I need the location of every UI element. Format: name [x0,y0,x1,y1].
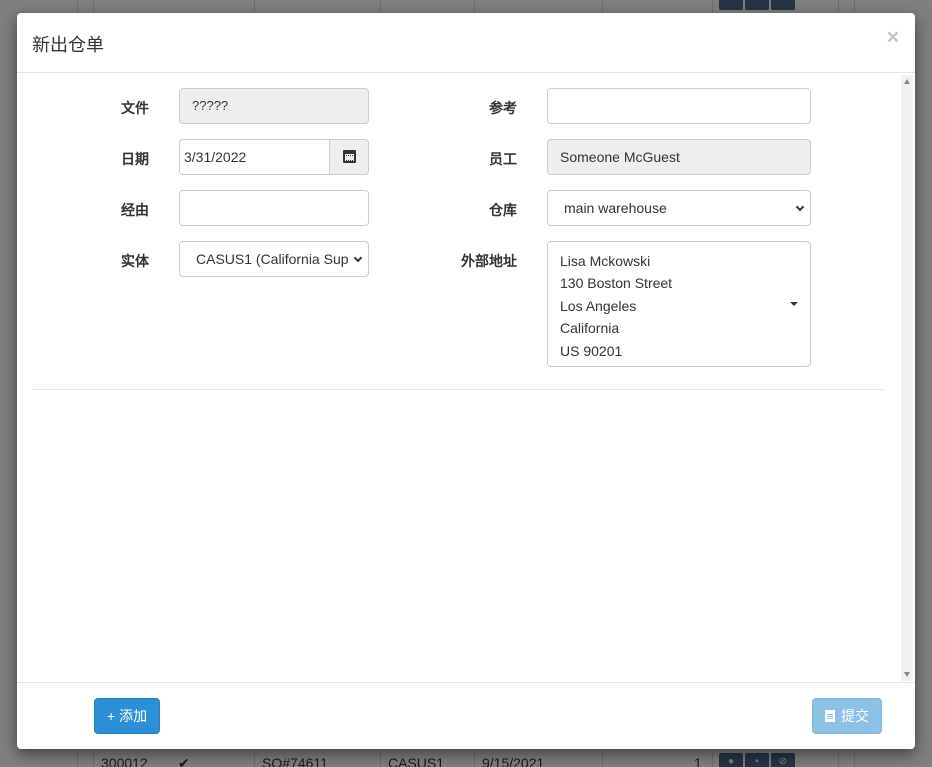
date-picker-button[interactable] [329,139,369,175]
document-field: ????? [179,88,369,124]
reference-label: 参考 [489,100,517,116]
scroll-up-arrow-icon[interactable] [904,79,910,84]
external-address-label: 外部地址 [461,253,517,269]
address-line: Los Angeles [560,297,637,314]
modal-footer: + 添加 提交 [17,682,915,749]
warehouse-select-value: main warehouse [564,200,667,216]
entity-label: 实体 [121,253,149,269]
new-outbound-modal: 新出仓单 × 文件 ????? 日期 3/31/2022 经由 实体 CASUS… [17,13,915,749]
reference-input[interactable] [547,88,811,124]
address-line: California [560,320,620,337]
employee-field: Someone McGuest [547,139,811,175]
via-input[interactable] [179,190,369,226]
submit-button[interactable]: 提交 [812,698,882,734]
modal-scrollbar[interactable] [901,75,913,681]
add-line-button[interactable]: + 添加 [94,698,161,734]
submit-label: 提交 [841,708,869,724]
entity-select[interactable]: CASUS1 (California Sup [179,241,369,277]
date-input[interactable]: 3/31/2022 [179,139,330,175]
date-label: 日期 [121,151,149,167]
caret-down-icon [790,302,798,306]
modal-body: 文件 ????? 日期 3/31/2022 经由 实体 CASUS1 (Cali… [17,73,915,683]
via-label: 经由 [121,202,149,218]
modal-title: 新出仓单 [32,35,104,55]
section-divider [32,389,885,390]
modal-header: 新出仓单 × [17,13,915,73]
address-line: Lisa Mckowski [560,253,651,269]
warehouse-select[interactable]: main warehouse [547,190,811,226]
chevron-down-icon [795,202,805,212]
address-line: 130 Boston Street [560,275,673,292]
close-icon[interactable]: × [887,27,899,48]
scroll-down-arrow-icon[interactable] [904,672,910,677]
entity-select-value: CASUS1 (California Sup [196,251,349,267]
calendar-icon [343,150,356,163]
employee-label: 员工 [489,151,517,167]
chevron-down-icon [353,253,363,263]
document-label: 文件 [121,100,149,116]
warehouse-label: 仓库 [489,202,517,218]
address-line: US 90201 [560,342,623,359]
external-address-dropdown[interactable]: Lisa Mckowski 130 Boston Street Los Ange… [547,241,811,367]
file-icon [825,710,835,722]
